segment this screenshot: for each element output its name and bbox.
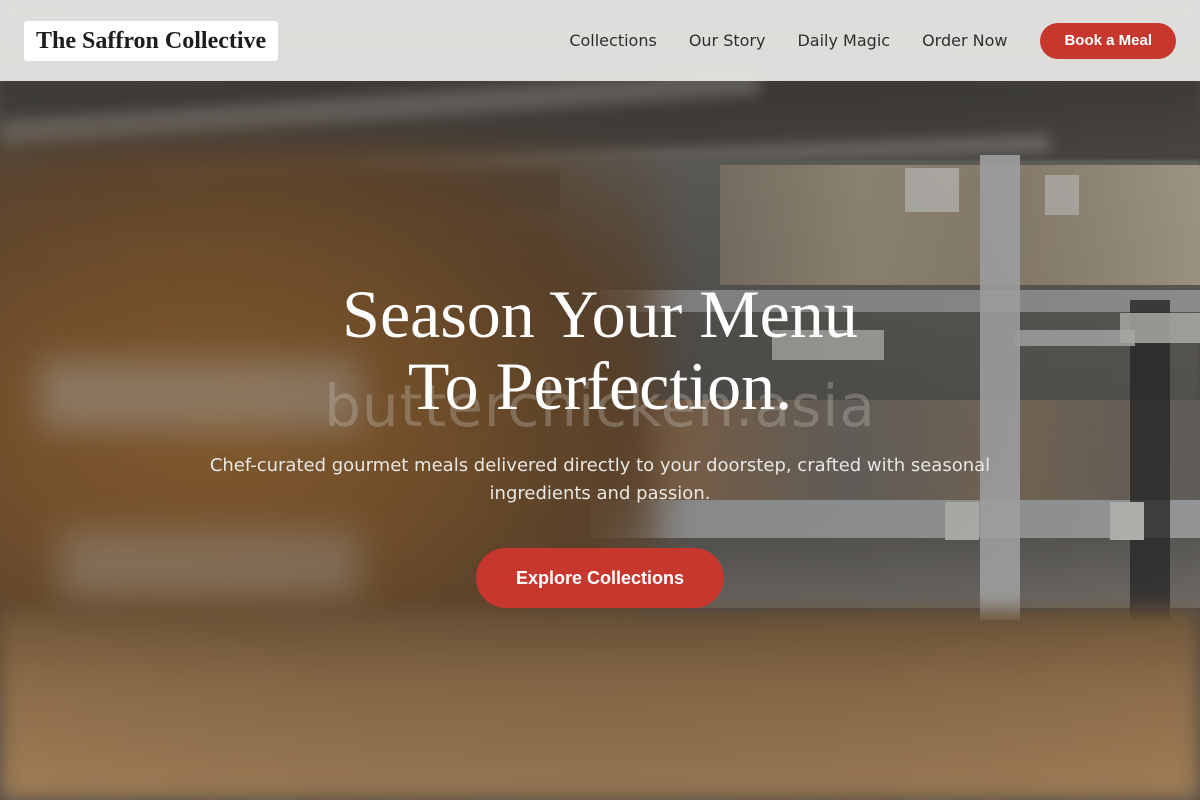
nav-link-order-now[interactable]: Order Now xyxy=(922,31,1007,50)
nav-link-daily-magic[interactable]: Daily Magic xyxy=(797,31,890,50)
hero-title-line1: Season Your Menu xyxy=(342,276,858,352)
hero-title: Season Your Menu To Perfection. xyxy=(0,278,1200,422)
site-header: The Saffron Collective Collections Our S… xyxy=(0,0,1200,81)
nav-link-collections[interactable]: Collections xyxy=(569,31,656,50)
nav-link-our-story[interactable]: Our Story xyxy=(689,31,766,50)
explore-collections-button[interactable]: Explore Collections xyxy=(476,548,724,608)
book-a-meal-button[interactable]: Book a Meal xyxy=(1040,22,1176,59)
hero-subtitle: Chef-curated gourmet meals delivered dir… xyxy=(209,455,991,504)
hero-title-line2: To Perfection. xyxy=(407,348,793,424)
site-logo[interactable]: The Saffron Collective xyxy=(24,20,279,61)
main-nav: Collections Our Story Daily Magic Order … xyxy=(569,31,1007,50)
hero-section: Season Your Menu To Perfection. Chef-cur… xyxy=(0,278,1200,608)
